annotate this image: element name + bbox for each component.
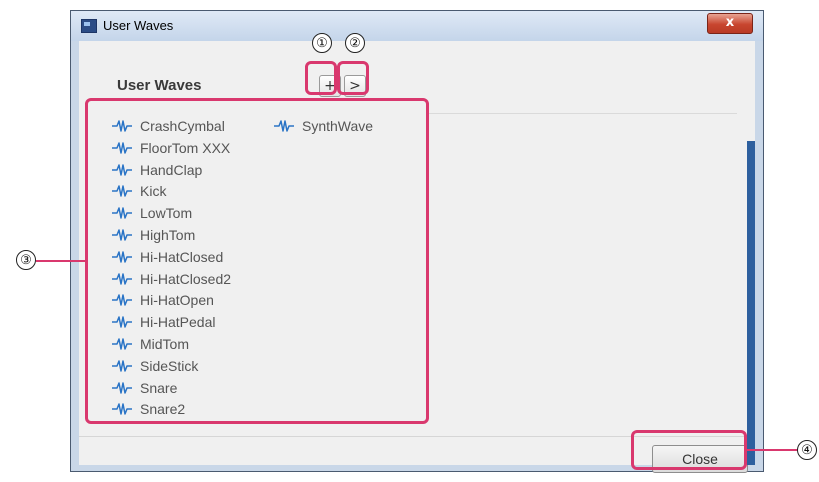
callout-leader-list [36, 260, 86, 262]
callout-number-1: ① [312, 33, 332, 53]
callout-box-add [305, 61, 337, 95]
window-edge-strip [747, 141, 755, 465]
app-window-icon [81, 19, 97, 33]
window-title: User Waves [103, 18, 174, 33]
window-close-button[interactable]: x [707, 13, 753, 34]
callout-number-4: ④ [797, 440, 817, 460]
callout-number-2: ② [345, 33, 365, 53]
title-bar[interactable]: User Waves x [71, 11, 763, 41]
page-title: User Waves [117, 77, 202, 94]
callout-number-3: ③ [16, 250, 36, 270]
header-divider [427, 113, 737, 114]
callout-box-next [337, 61, 369, 95]
callout-box-close [631, 430, 747, 470]
callout-leader-close [746, 449, 798, 451]
callout-box-list [85, 98, 429, 424]
